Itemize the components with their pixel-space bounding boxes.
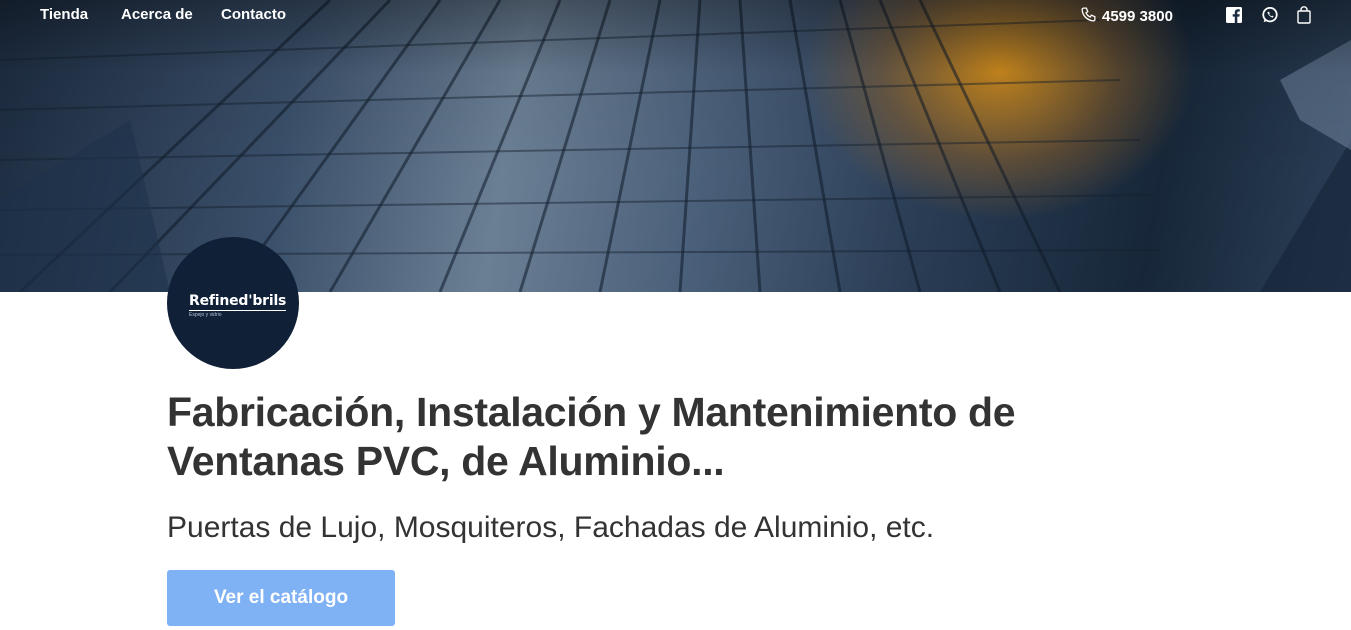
phone-link[interactable]: 4599 3800 bbox=[1080, 6, 1173, 27]
hero-subtitle: Puertas de Lujo, Mosquiteros, Fachadas d… bbox=[167, 511, 935, 544]
logo-name: Refined'brils bbox=[189, 293, 287, 311]
logo-tagline: Espejo y vidrio bbox=[189, 312, 222, 318]
hero-title: Fabricación, Instalación y Mantenimiento… bbox=[167, 389, 1016, 484]
phone-icon bbox=[1080, 6, 1097, 27]
brand-logo[interactable]: Refined'brils Espejo y vidrio bbox=[167, 237, 299, 369]
nav-link-tienda[interactable]: Tienda bbox=[40, 6, 88, 23]
top-nav: Tienda Acerca de Contacto 4599 3800 bbox=[0, 0, 1351, 32]
view-catalog-button[interactable]: Ver el catálogo bbox=[167, 570, 395, 626]
nav-link-acerca-de[interactable]: Acerca de bbox=[121, 6, 193, 23]
nav-link-contacto[interactable]: Contacto bbox=[221, 6, 286, 23]
facebook-icon[interactable] bbox=[1225, 6, 1243, 24]
phone-number: 4599 3800 bbox=[1102, 8, 1173, 25]
cart-icon[interactable] bbox=[1295, 6, 1313, 24]
whatsapp-icon[interactable] bbox=[1261, 6, 1279, 24]
